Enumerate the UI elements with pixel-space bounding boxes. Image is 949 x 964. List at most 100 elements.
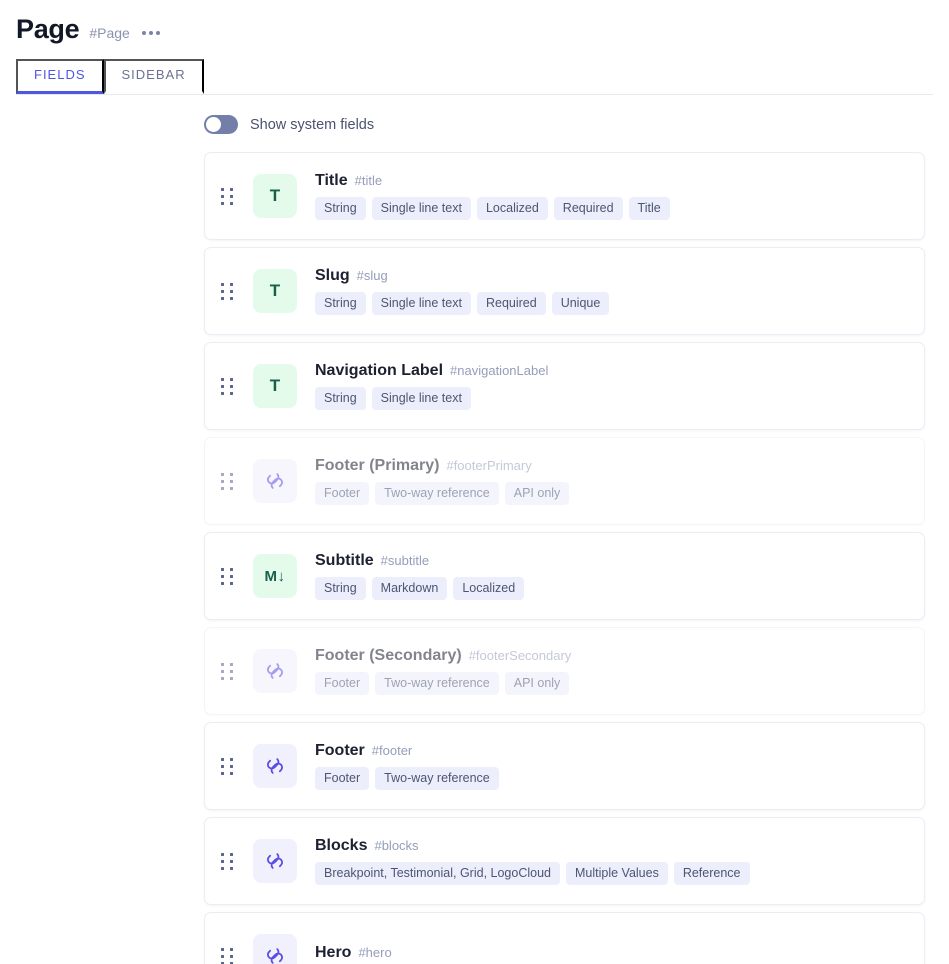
drag-handle-icon[interactable] [221,473,235,490]
field-tag-row: String Single line text [315,387,908,410]
field-info: Footer (Primary)#footerPrimary FooterTwo-… [315,457,908,505]
field-name: Hero [315,944,351,962]
field-info: Footer#footerFooterTwo-way reference [315,742,908,790]
field-tag: Multiple Values [566,862,668,885]
drag-dot [221,290,224,293]
field-id: #title [355,173,382,188]
field-info: Slug#slugStringSingle line textRequiredU… [315,267,908,315]
field-card[interactable]: Blocks#blocks Breakpoint, Testimonial, Gr… [204,817,925,905]
drag-dot [221,487,224,490]
field-tag: Single line text [372,292,471,315]
type-icon-glyph: T [270,186,280,206]
field-tag: Required [554,197,623,220]
field-name: Navigation Label [315,362,443,380]
drag-dot [221,670,224,673]
field-tag-row: FooterTwo-way reference [315,767,908,790]
field-card[interactable]: T Title #title StringSingle line textLocali… [204,152,925,240]
field-name-row: Footer (Secondary) #footerSecondary [315,647,908,665]
ellipsis-dot [149,31,153,35]
field-card[interactable]: Footer#footerFooterTwo-way reference [204,722,925,810]
field-tag-row: FooterTwo-way referenceAPI only [315,672,908,695]
field-tag: String [315,292,366,315]
field-tag: API only [505,672,570,695]
drag-dot [221,867,224,870]
tab-fields[interactable]: FIELDS [16,59,104,94]
show-system-fields-label: Show system fields [250,117,374,133]
drag-dot [230,378,233,381]
drag-dot [230,582,233,585]
drag-dot [230,297,233,300]
field-name: Footer [315,742,365,760]
drag-dot [230,575,233,578]
field-tag-row: StringSingle line textLocalizedRequiredT… [315,197,908,220]
drag-dot [230,955,233,958]
drag-dot [230,568,233,571]
field-tag: String [315,387,366,410]
field-tag: Two-way reference [375,672,499,695]
drag-dot [221,568,224,571]
field-name-row: Navigation Label#navigationLabel [315,362,908,380]
field-tag: String [315,577,366,600]
drag-dot [221,853,224,856]
drag-dot [230,867,233,870]
field-card[interactable]: Footer (Secondary) #footerSecondaryFooter… [204,627,925,715]
show-system-fields-toggle[interactable] [204,115,238,134]
drag-handle-icon[interactable] [221,283,235,300]
field-tag: Breakpoint, Testimonial, Grid, LogoCloud [315,862,560,885]
drag-handle-icon[interactable] [221,378,235,395]
markdown-type-icon: M↓ [253,554,297,598]
field-tag: Title [629,197,670,220]
field-id: #footerSecondary [469,648,572,663]
drag-dot [230,663,233,666]
field-tag: Single line text [372,387,471,410]
tab-bar: FIELDSSIDEBAR [16,59,933,95]
fields-list: T Title #title StringSingle line textLocali… [204,152,925,964]
field-card[interactable]: Footer (Primary)#footerPrimary FooterTwo-… [204,437,925,525]
drag-dot [230,385,233,388]
field-info: Title #title StringSingle line textLocaliz… [315,172,908,220]
field-tag: Footer [315,482,369,505]
field-name-row: Blocks#blocks [315,837,908,855]
field-card[interactable]: TSlug#slugStringSingle line textRequired… [204,247,925,335]
drag-handle-icon[interactable] [221,758,235,775]
field-id: #blocks [374,838,418,853]
page-body: Show system fields TTitle#titleStringSin… [0,95,949,964]
drag-dot [221,385,224,388]
drag-dot [230,202,233,205]
field-name: Subtitle [315,552,374,570]
tab-sidebar[interactable]: SIDEBAR [104,59,204,94]
field-name-row: Slug#slug [315,267,908,285]
drag-handle-icon[interactable] [221,853,235,870]
type-icon-glyph: T [270,281,280,301]
field-card[interactable]: M↓Subtitle#subtitleStringMarkdownLocaliz… [204,532,925,620]
drag-dot [230,473,233,476]
toggle-knob [206,117,221,132]
field-id: #subtitle [381,553,429,568]
field-tag: Footer [315,767,369,790]
field-name-row: Footer (Primary)#footerPrimary [315,457,908,475]
drag-dot [221,480,224,483]
drag-handle-icon[interactable] [221,568,235,585]
ellipsis-dot [156,31,160,35]
field-tag-row: FooterTwo-way referenceAPI only [315,482,908,505]
drag-dot [230,670,233,673]
field-card[interactable]: Hero#hero [204,912,925,964]
field-card[interactable]: TNavigation Label#navigationLabelStringS… [204,342,925,430]
drag-dot [221,582,224,585]
drag-dot [221,473,224,476]
drag-dot [221,195,224,198]
drag-dot [221,758,224,761]
drag-dot [221,860,224,863]
field-name: Footer (Secondary) [315,647,462,665]
drag-dot [230,290,233,293]
field-info: Subtitle#subtitleStringMarkdownLocalized [315,552,908,600]
fields-content-column: Show system fields TTitle#titleStringSin… [204,115,925,964]
drag-dot [221,283,224,286]
drag-dot [230,487,233,490]
field-tag: Unique [552,292,610,315]
field-name: Footer (Primary) [315,457,439,475]
drag-handle-icon[interactable] [221,188,235,205]
drag-handle-icon[interactable] [221,948,235,964]
ellipsis-icon[interactable] [140,27,162,39]
drag-handle-icon[interactable] [221,663,235,680]
